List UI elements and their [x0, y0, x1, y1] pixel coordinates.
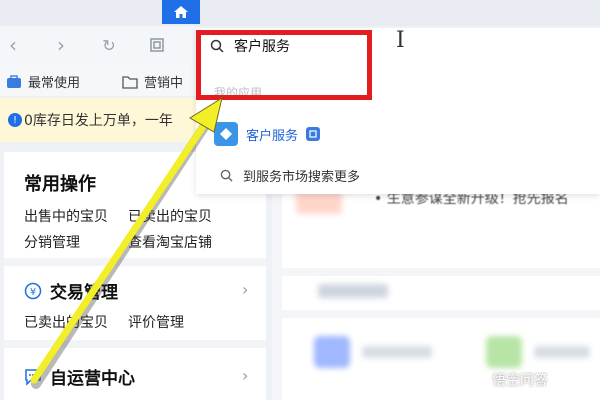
arrow-annotation-icon: [30, 96, 223, 389]
watermark-logo-icon: [467, 372, 485, 389]
watermark: 悟空问答: [466, 370, 548, 390]
watermark-text: 悟空问答: [492, 373, 548, 389]
